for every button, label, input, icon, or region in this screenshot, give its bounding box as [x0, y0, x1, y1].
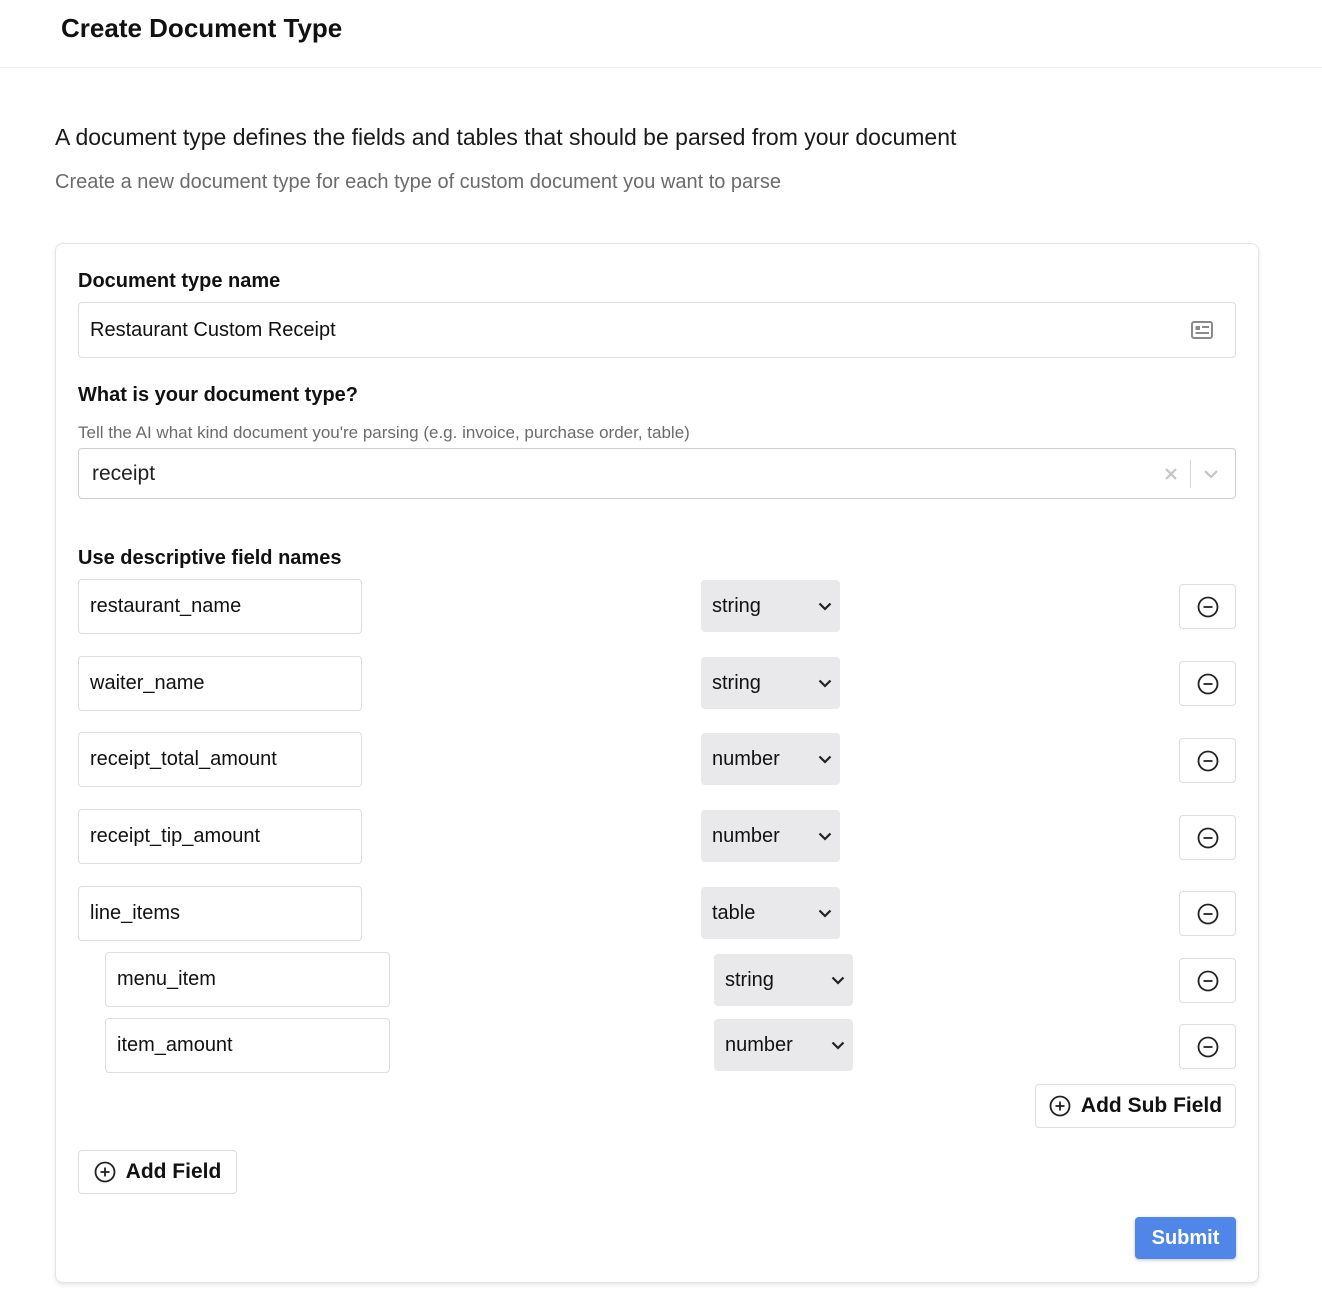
chevron-down-icon: [818, 909, 832, 918]
add-field-label: Add Field: [125, 1160, 222, 1183]
add-field-button[interactable]: Add Field: [78, 1150, 237, 1194]
sub-field-type-select[interactable]: number: [714, 1019, 853, 1071]
document-type-value: receipt: [92, 461, 156, 485]
field-name-value: waiter_name: [90, 672, 205, 694]
document-type-hint: Tell the AI what kind document you're pa…: [78, 423, 690, 442]
chevron-down-icon: [818, 679, 832, 688]
remove-field-button[interactable]: [1179, 815, 1236, 860]
sub-field-type-select[interactable]: string: [714, 954, 853, 1006]
field-name-input[interactable]: receipt_total_amount: [78, 732, 362, 787]
field-name-input[interactable]: receipt_tip_amount: [78, 809, 362, 864]
field-type-value: table: [712, 901, 756, 924]
document-type-form-card: Document type name Restaurant Custom Rec…: [55, 243, 1259, 1283]
intro-title: A document type defines the fields and t…: [55, 124, 957, 150]
plus-circle-icon: [1049, 1095, 1071, 1117]
remove-field-button[interactable]: [1179, 891, 1236, 936]
field-type-select[interactable]: string: [701, 657, 840, 709]
minus-circle-icon: [1197, 750, 1219, 772]
sub-field-name-input[interactable]: item_amount: [105, 1018, 390, 1073]
field-type-value: string: [712, 671, 761, 694]
field-type-select[interactable]: table: [701, 887, 840, 939]
add-sub-field-label: Add Sub Field: [1080, 1094, 1223, 1117]
chevron-down-icon: [831, 976, 845, 985]
document-type-name-label: Document type name: [78, 270, 281, 292]
intro-subtitle: Create a new document type for each type…: [55, 171, 781, 193]
field-name-value: line_items: [90, 902, 181, 924]
minus-circle-icon: [1197, 1036, 1219, 1058]
remove-field-button[interactable]: [1179, 738, 1236, 783]
field-type-value: string: [712, 594, 761, 617]
sub-field-name-value: menu_item: [117, 968, 216, 990]
minus-circle-icon: [1197, 596, 1219, 618]
minus-circle-icon: [1197, 970, 1219, 992]
sub-field-name-value: item_amount: [117, 1034, 233, 1056]
chevron-down-icon: [831, 1041, 845, 1050]
fields-label: Use descriptive field names: [78, 547, 342, 569]
field-type-value: number: [712, 824, 780, 847]
minus-circle-icon: [1197, 903, 1219, 925]
sub-field-name-input[interactable]: menu_item: [105, 952, 390, 1007]
remove-field-button[interactable]: [1179, 661, 1236, 706]
close-icon[interactable]: [1164, 467, 1178, 481]
field-name-value: receipt_total_amount: [90, 748, 277, 770]
field-name-value: receipt_tip_amount: [90, 825, 261, 847]
plus-circle-icon: [94, 1161, 116, 1183]
document-type-name-input[interactable]: Restaurant Custom Receipt: [78, 302, 1236, 358]
minus-circle-icon: [1197, 827, 1219, 849]
remove-sub-field-button[interactable]: [1179, 958, 1236, 1003]
minus-circle-icon: [1197, 673, 1219, 695]
chevron-down-icon[interactable]: [1203, 469, 1219, 479]
field-name-input[interactable]: restaurant_name: [78, 579, 362, 634]
field-type-select[interactable]: number: [701, 810, 840, 862]
submit-button[interactable]: Submit: [1135, 1217, 1236, 1259]
page-title: Create Document Type: [61, 13, 343, 43]
document-type-select[interactable]: receipt: [78, 448, 1236, 499]
field-name-value: restaurant_name: [90, 595, 242, 617]
chevron-down-icon: [818, 602, 832, 611]
top-bar: Create Document Type: [0, 0, 1322, 68]
chevron-down-icon: [818, 755, 832, 764]
document-type-name-value: Restaurant Custom Receipt: [90, 318, 336, 341]
document-type-question-label: What is your document type?: [78, 384, 359, 406]
field-name-input[interactable]: line_items: [78, 886, 362, 941]
select-controls: [1164, 449, 1235, 498]
field-type-select[interactable]: string: [701, 580, 840, 632]
chevron-down-icon: [818, 832, 832, 841]
remove-field-button[interactable]: [1179, 584, 1236, 629]
field-type-select[interactable]: number: [701, 733, 840, 785]
select-separator: [1190, 459, 1191, 488]
remove-sub-field-button[interactable]: [1179, 1024, 1236, 1069]
field-type-value: number: [712, 747, 780, 770]
sub-field-type-value: string: [725, 968, 774, 991]
field-name-input[interactable]: waiter_name: [78, 656, 362, 711]
sub-field-type-value: number: [725, 1033, 793, 1056]
id-card-icon: [1191, 320, 1213, 346]
add-sub-field-button[interactable]: Add Sub Field: [1035, 1084, 1236, 1128]
